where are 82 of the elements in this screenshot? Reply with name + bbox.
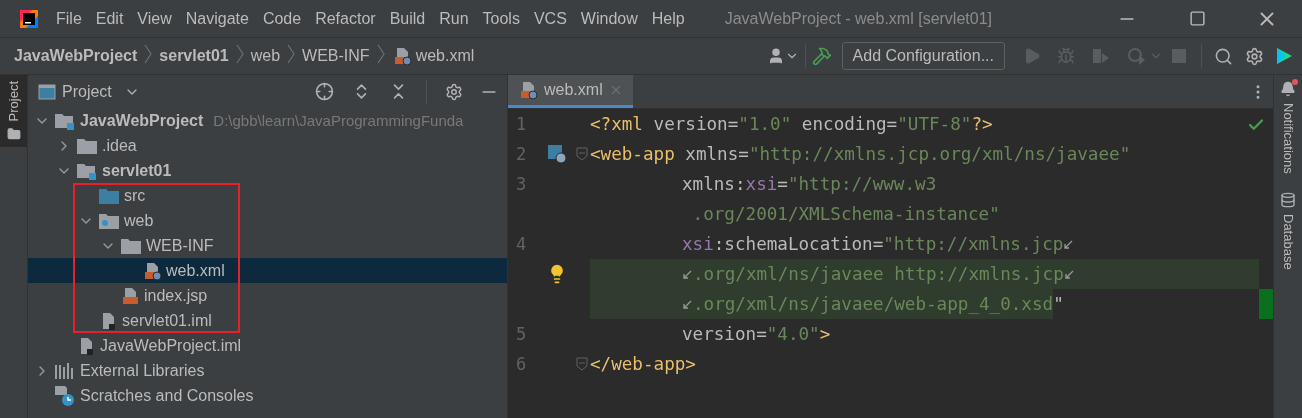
scratches-icon	[54, 384, 76, 407]
xml-file-icon	[142, 260, 162, 281]
menu-item[interactable]: Code	[262, 9, 302, 28]
code-line: xmlns:xsi="http://www.w3	[681, 173, 937, 196]
code-line: version="4.0">	[681, 323, 831, 346]
tree-item[interactable]: JavaWebProject.iml	[28, 333, 507, 358]
notification-dot	[1292, 79, 1298, 85]
folder-icon[interactable]	[6, 127, 21, 142]
fold-marker-icon[interactable]	[576, 147, 588, 161]
chevron-separator-icon	[235, 43, 244, 64]
line-number: 2	[515, 144, 528, 164]
tree-item[interactable]: servlet01	[28, 158, 507, 183]
soft-wrap-icon	[1063, 268, 1075, 280]
menu-item[interactable]: Edit	[95, 9, 124, 28]
search-icon[interactable]	[1214, 46, 1233, 66]
line-number: 6	[515, 354, 528, 374]
breadcrumb-item[interactable]: JavaWebProject	[14, 47, 138, 65]
menu-item[interactable]: File	[56, 9, 82, 28]
code-line: .org/xml/ns/javaee/web-app_4_0.xsd"	[590, 289, 1064, 319]
soft-wrap-icon	[682, 298, 693, 310]
folder-icon	[98, 186, 120, 205]
code-line: xsi:schemaLocation="http://xmlns.jcp	[590, 229, 1075, 259]
code-line: <?xml version="1.0" encoding="UTF-8"?>	[590, 113, 993, 136]
tree-item[interactable]: web.xml	[28, 258, 507, 283]
maximize-icon[interactable]	[1188, 10, 1206, 27]
menu-item[interactable]: VCS	[533, 9, 567, 28]
plugin-logo-icon[interactable]	[1274, 46, 1294, 66]
breadcrumb-item[interactable]: web	[250, 47, 281, 65]
menu-item[interactable]: Help	[651, 9, 685, 28]
tool-window-tab[interactable]: Notifications	[1280, 103, 1296, 174]
menu-item[interactable]: Build	[389, 9, 426, 28]
tree-item[interactable]: servlet01.iml	[28, 308, 507, 333]
tree-item[interactable]: .idea	[28, 133, 507, 158]
folder-icon	[120, 236, 142, 255]
chevron-separator-icon	[287, 43, 296, 64]
menu-item[interactable]: View	[137, 9, 172, 28]
app-logo-icon	[18, 7, 40, 30]
tree-item[interactable]: src	[28, 183, 507, 208]
panel-title[interactable]: Project	[62, 82, 112, 101]
tree-item[interactable]: Scratches and Consoles	[28, 383, 507, 408]
tree-item[interactable]: JavaWebProject D:\gbb\learn\JavaProgrammingFunda	[28, 108, 507, 133]
tool-window-tab[interactable]: Database	[1280, 213, 1296, 270]
folder-icon	[76, 136, 98, 155]
soft-wrap-icon	[1063, 238, 1075, 250]
web-folder-icon	[98, 211, 120, 230]
settings-icon[interactable]	[1245, 46, 1264, 66]
menu-item[interactable]: Tools	[482, 9, 520, 28]
database-icon[interactable]	[1280, 191, 1296, 208]
soft-wrap-icon	[682, 268, 693, 280]
fold-marker-icon[interactable]	[576, 357, 588, 371]
configuration-button[interactable]: Add Configuration...	[841, 42, 1005, 70]
breadcrumb-item[interactable]: WEB-INF	[302, 47, 370, 65]
breadcrumb-item[interactable]: servlet01	[159, 47, 229, 65]
panel-icon	[38, 83, 56, 100]
menu-item[interactable]: Navigate	[185, 9, 249, 28]
tree-item[interactable]: web	[28, 208, 507, 233]
jsp-file-icon	[120, 285, 140, 306]
path-hint: D:\gbb\learn\JavaProgrammingFunda	[213, 112, 464, 129]
tree-item[interactable]: External Libraries	[28, 358, 507, 383]
menu-item[interactable]: Refactor	[315, 9, 376, 28]
locate-icon[interactable]	[315, 82, 334, 101]
chevron-separator-icon	[144, 43, 153, 64]
settings-icon[interactable]	[445, 82, 463, 101]
menu-item[interactable]: Window	[580, 9, 638, 28]
bell-icon[interactable]	[1280, 81, 1296, 97]
code-line: </web-app>	[590, 353, 696, 376]
menu-item[interactable]: Run	[439, 9, 469, 28]
line-number: 3	[515, 174, 528, 194]
hammer-icon[interactable]	[811, 46, 832, 66]
window-title: JavaWebProject - web.xml [servlet01]	[724, 9, 993, 28]
code-line: .org/2001/XMLSchema-instance"	[691, 203, 1000, 226]
libraries-icon	[54, 361, 76, 380]
editor-tab[interactable]: web.xml	[508, 75, 633, 108]
chevron-separator-icon	[376, 43, 385, 64]
code-line: <web-app xmlns="http://xmlns.jcp.org/xml/ns/javaee"	[590, 143, 1131, 166]
tree-item[interactable]: index.jsp	[28, 283, 507, 308]
tree-item[interactable]: WEB-INF	[28, 233, 507, 258]
breadcrumb-item[interactable]: web.xml	[415, 47, 475, 65]
line-number: 1	[515, 114, 528, 134]
xml-file-icon	[518, 80, 538, 100]
line-number: 5	[515, 324, 528, 344]
line-number: 4	[515, 234, 528, 254]
